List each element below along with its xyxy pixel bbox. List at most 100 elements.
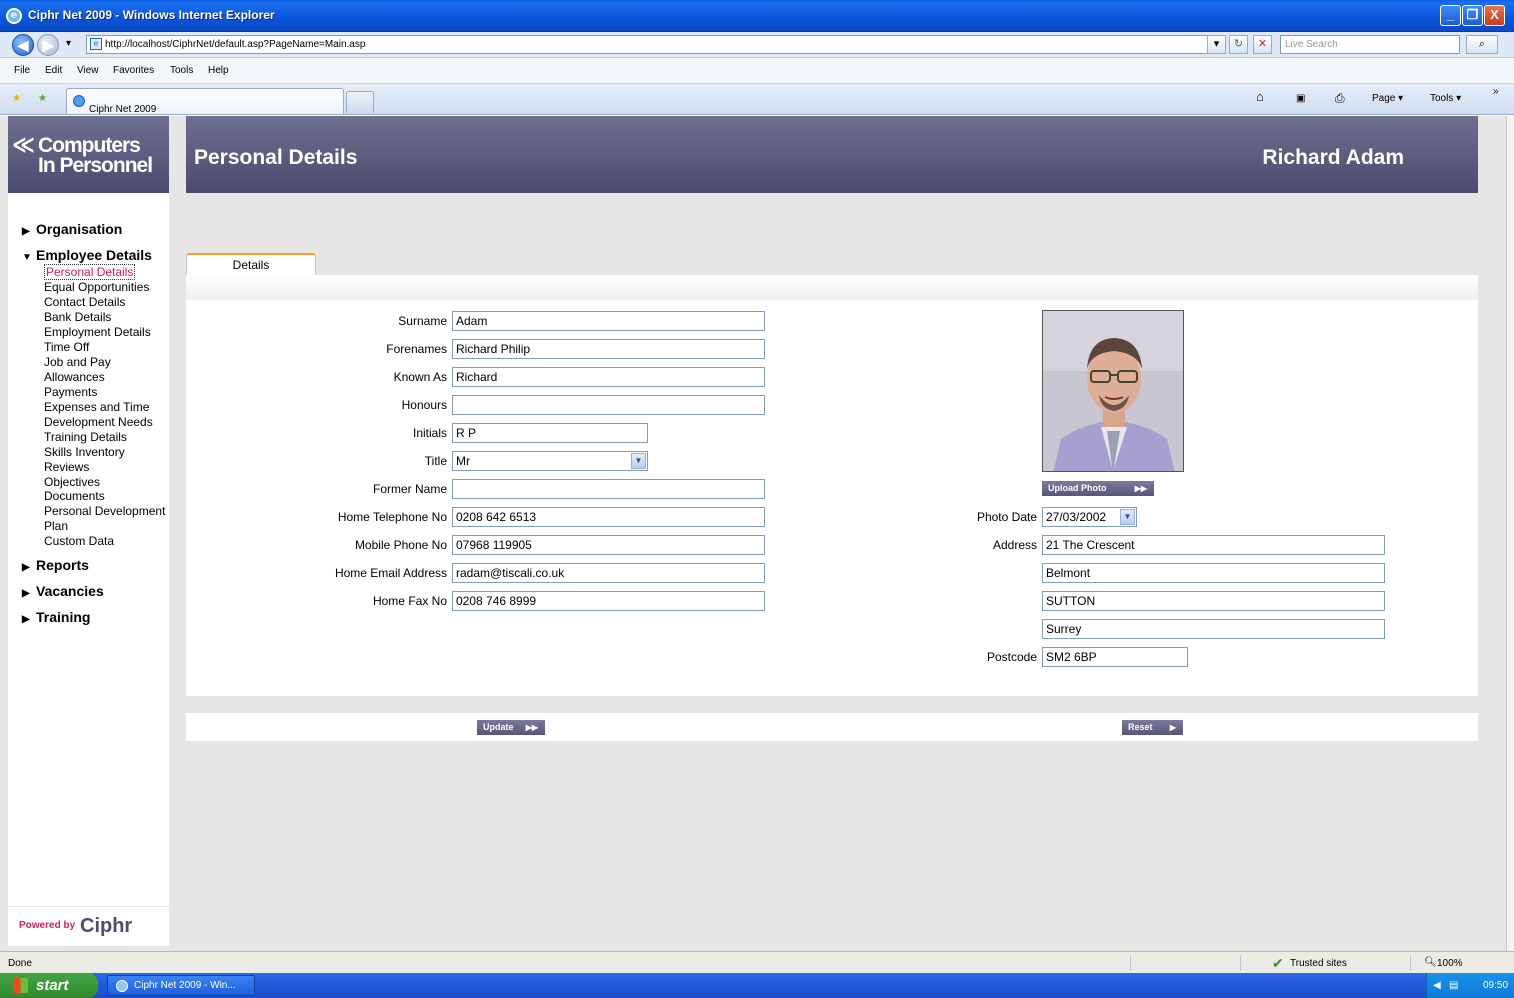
photo-date-value: 27/03/2002 bbox=[1046, 510, 1107, 524]
nav-item-reviews[interactable]: Reviews bbox=[44, 460, 89, 475]
menu-tools[interactable]: Tools bbox=[170, 65, 193, 76]
nav-item-custom-data[interactable]: Custom Data bbox=[44, 534, 114, 549]
start-button[interactable]: start bbox=[0, 973, 98, 998]
nav-item-allowances[interactable]: Allowances bbox=[44, 370, 105, 385]
url-input[interactable]: e http://localhost/CiphrNet/default.asp?… bbox=[86, 35, 1226, 54]
nav-item-personal-details[interactable]: Personal Details bbox=[44, 264, 136, 280]
nav-section-employee-details[interactable]: ▼ Employee Details bbox=[22, 247, 152, 263]
nav-item-development-needs[interactable]: Development Needs bbox=[44, 415, 153, 430]
new-tab-button[interactable] bbox=[346, 91, 374, 113]
maximize-button[interactable]: ❐ bbox=[1462, 5, 1483, 26]
ie-taskbar-icon bbox=[116, 980, 128, 992]
collapse-arrow-icon: ▼ bbox=[22, 252, 32, 263]
nav-section-vacancies[interactable]: ▶ Vacancies bbox=[22, 583, 104, 599]
page-icon: e bbox=[90, 38, 102, 50]
zoom-level[interactable]: 100% bbox=[1437, 958, 1463, 969]
nav-section-label: Reports bbox=[36, 557, 89, 573]
taskbar-item-ie[interactable]: Ciphr Net 2009 - Win... bbox=[107, 975, 255, 996]
photo-date-picker[interactable]: 27/03/2002 ▼ bbox=[1042, 507, 1137, 527]
surname-field[interactable]: Adam bbox=[452, 311, 765, 331]
home-fax-field[interactable]: 0208 746 8999 bbox=[452, 591, 765, 611]
nav-section-reports[interactable]: ▶ Reports bbox=[22, 557, 89, 573]
page-scrollbar[interactable] bbox=[1506, 116, 1514, 951]
nav-item-bank-details[interactable]: Bank Details bbox=[44, 310, 111, 325]
home-icon[interactable]: ⌂ bbox=[1256, 89, 1264, 104]
nav-item-skills-inventory[interactable]: Skills Inventory bbox=[44, 445, 125, 460]
nav-item-contact-details[interactable]: Contact Details bbox=[44, 295, 125, 310]
search-icon[interactable]: ⌕ bbox=[1466, 35, 1498, 54]
upload-photo-button[interactable]: Upload Photo ▶▶ bbox=[1042, 481, 1154, 496]
nav-item-payments[interactable]: Payments bbox=[44, 385, 97, 400]
nav-section-training[interactable]: ▶ Training bbox=[22, 609, 90, 625]
address-line-4-field[interactable]: Surrey bbox=[1042, 619, 1385, 639]
nav-item-training-details[interactable]: Training Details bbox=[44, 430, 127, 445]
add-favorite-icon[interactable]: ★ bbox=[38, 93, 47, 104]
nav-item-job-and-pay[interactable]: Job and Pay bbox=[44, 355, 111, 370]
tools-menu-button[interactable]: Tools ▾ bbox=[1430, 93, 1461, 104]
form-header-strip bbox=[186, 275, 1478, 300]
nav-section-organisation[interactable]: ▶ Organisation bbox=[22, 221, 122, 237]
close-button[interactable]: X bbox=[1484, 5, 1505, 26]
nav-item-documents[interactable]: Documents bbox=[44, 489, 105, 500]
initials-field[interactable]: R P bbox=[452, 423, 648, 443]
address-dropdown-button[interactable]: ▾ bbox=[1207, 35, 1226, 54]
update-label: Update bbox=[483, 722, 514, 732]
menu-file[interactable]: File bbox=[14, 65, 30, 76]
stop-icon[interactable]: ✕ bbox=[1253, 35, 1272, 54]
security-zone[interactable]: Trusted sites bbox=[1290, 958, 1347, 969]
menu-help[interactable]: Help bbox=[208, 65, 229, 76]
former-name-field[interactable] bbox=[452, 479, 765, 499]
nav-item-equal-opportunities[interactable]: Equal Opportunities bbox=[44, 280, 149, 295]
nav-item-personal-development[interactable]: Personal Development bbox=[44, 504, 165, 519]
windows-taskbar: start Ciphr Net 2009 - Win... ◀ ▤ 09:50 bbox=[0, 973, 1514, 998]
tab-details[interactable]: Details bbox=[186, 253, 316, 275]
tray-app-icon[interactable]: ▤ bbox=[1449, 973, 1458, 998]
address-line-3-field[interactable]: SUTTON bbox=[1042, 591, 1385, 611]
address-line-2-field[interactable]: Belmont bbox=[1042, 563, 1385, 583]
chevron-down-icon[interactable]: ▼ bbox=[631, 453, 646, 469]
nav-item-objectives[interactable]: Objectives bbox=[44, 475, 100, 490]
forenames-field[interactable]: Richard Philip bbox=[452, 339, 765, 359]
print-icon[interactable]: ⎙ bbox=[1335, 91, 1345, 106]
nav-section-label: Vacancies bbox=[36, 583, 104, 599]
browser-tab[interactable]: Ciphr Net 2009 bbox=[66, 88, 344, 115]
photo-date-label: Photo Date bbox=[976, 510, 1037, 524]
reset-button[interactable]: Reset ▶ bbox=[1122, 720, 1183, 735]
title-select[interactable]: Mr ▼ bbox=[452, 451, 648, 471]
nav-item-plan[interactable]: Plan bbox=[44, 519, 68, 534]
recent-pages-dropdown[interactable]: ▾ bbox=[66, 38, 71, 49]
address-line-1-field[interactable]: 21 The Crescent bbox=[1042, 535, 1385, 555]
known-as-field[interactable]: Richard bbox=[452, 367, 765, 387]
postcode-field[interactable]: SM2 6BP bbox=[1042, 647, 1188, 667]
nav-item-expenses-and-time[interactable]: Expenses and Time bbox=[44, 400, 149, 415]
refresh-icon[interactable]: ↻ bbox=[1229, 35, 1248, 54]
home-telephone-field[interactable]: 0208 642 6513 bbox=[452, 507, 765, 527]
menu-favorites[interactable]: Favorites bbox=[113, 65, 154, 76]
menu-edit[interactable]: Edit bbox=[45, 65, 62, 76]
back-button[interactable]: ◀ bbox=[12, 34, 34, 56]
home-email-field[interactable]: radam@tiscali.co.uk bbox=[452, 563, 765, 583]
nav-item-employment-details[interactable]: Employment Details bbox=[44, 325, 151, 340]
page-menu-button[interactable]: Page ▾ bbox=[1372, 93, 1403, 104]
logo-swoosh-icon: ≪ bbox=[12, 133, 36, 158]
url-text: http://localhost/CiphrNet/default.asp?Pa… bbox=[105, 39, 366, 50]
forward-button[interactable]: ▶ bbox=[37, 34, 59, 56]
mobile-phone-label: Mobile Phone No bbox=[354, 538, 447, 552]
app-viewport: ≪ Computers In Personnel ▶ Organisation ▼… bbox=[0, 116, 1506, 951]
nav-item-time-off[interactable]: Time Off bbox=[44, 340, 89, 355]
chevron-right-icon: ▶ bbox=[1169, 723, 1176, 732]
update-button[interactable]: Update ▶▶ bbox=[477, 720, 545, 735]
mobile-phone-field[interactable]: 07968 119905 bbox=[452, 535, 765, 555]
clock: 09:50 bbox=[1483, 980, 1509, 991]
ie-logo-icon: e bbox=[6, 8, 22, 24]
minimize-button[interactable]: _ bbox=[1440, 5, 1461, 26]
search-input[interactable]: Live Search bbox=[1280, 35, 1460, 54]
tray-arrow-icon[interactable]: ◀ bbox=[1433, 973, 1441, 998]
more-commands-icon[interactable]: » bbox=[1493, 86, 1499, 97]
favorites-star-icon[interactable]: ★ bbox=[12, 93, 21, 104]
honours-field[interactable] bbox=[452, 395, 765, 415]
menu-view[interactable]: View bbox=[77, 65, 99, 76]
feeds-icon[interactable]: ▣ bbox=[1296, 93, 1305, 104]
home-telephone-label: Home Telephone No bbox=[337, 510, 447, 524]
chevron-down-icon[interactable]: ▼ bbox=[1120, 509, 1135, 525]
